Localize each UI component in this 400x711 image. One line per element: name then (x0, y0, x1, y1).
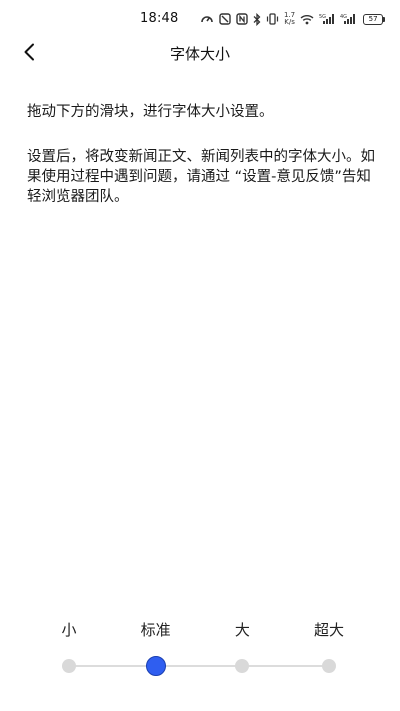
signal-5g-icon: 5G (319, 12, 335, 26)
vibrate-icon (266, 12, 279, 26)
slider-thumb[interactable] (145, 656, 166, 676)
network-speed: 1.7 K/s (284, 12, 295, 26)
network-speed-unit: K/s (284, 18, 295, 26)
slider-stop[interactable] (62, 659, 76, 673)
nfc-icon (200, 12, 214, 26)
status-time: 18:48 (140, 11, 179, 26)
slider-stop[interactable] (235, 659, 250, 673)
battery-icon: 57 (363, 13, 385, 25)
font-size-option-label[interactable]: 大 (235, 619, 250, 640)
signal-4g-icon: 4G (340, 12, 356, 26)
font-size-slider[interactable] (0, 652, 400, 680)
instruction-text: 拖动下方的滑块，进行字体大小设置。 (27, 104, 274, 120)
font-size-option-label[interactable]: 小 (61, 619, 76, 640)
font-size-option-label[interactable]: 标准 (141, 619, 171, 640)
status-icons: 1.7 K/s 5G 4G 57 (200, 10, 385, 28)
font-size-option-label[interactable]: 超大 (314, 619, 344, 640)
svg-text:4G: 4G (340, 14, 347, 20)
header-bar: 字体大小 (0, 38, 400, 70)
slider-stop[interactable] (322, 659, 336, 673)
svg-text:5G: 5G (319, 14, 326, 20)
explanation-text: 设置后，将改变新闻正文、新闻列表中的字体大小。如果使用过程中遇到问题，请通过 “… (27, 149, 375, 205)
nfc-n-icon (236, 12, 248, 26)
slider-track[interactable] (69, 665, 329, 667)
bluetooth-icon (253, 12, 261, 26)
battery-tip (383, 16, 385, 22)
battery-level: 57 (363, 13, 384, 25)
font-size-labels: 小 标准 大 超大 (0, 619, 400, 641)
wifi-icon (300, 12, 314, 26)
no-sim-icon (219, 12, 231, 26)
status-bar: 18:48 1.7 K/s 5G 4G 57 (0, 0, 400, 38)
page-title: 字体大小 (169, 45, 230, 63)
